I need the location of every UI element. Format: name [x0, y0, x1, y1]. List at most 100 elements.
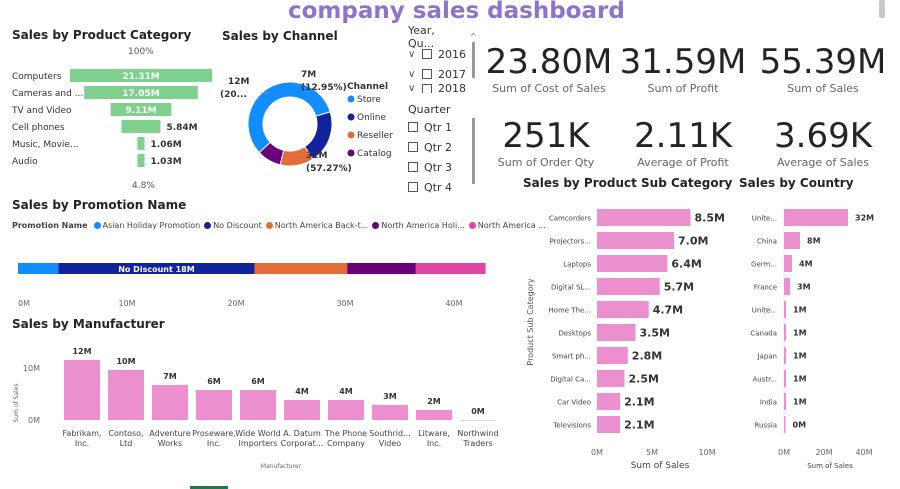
bar-value-label: 1M	[793, 398, 807, 407]
country-bar	[784, 416, 786, 433]
x-tick-label: Importers	[239, 439, 278, 448]
checkbox[interactable]	[408, 122, 418, 132]
bar-value-label: 10M	[116, 357, 135, 366]
x-tick-label: 5M	[646, 448, 658, 457]
bar-value-label: 4M	[799, 260, 813, 269]
funnel-top-label: 100%	[128, 47, 154, 57]
bar-value-label: 2.1M	[624, 419, 654, 432]
kpi-value: 251K	[502, 116, 590, 156]
category-label: Unite...	[752, 215, 777, 223]
checkbox[interactable]	[422, 49, 432, 59]
category-label: Digital SL...	[551, 284, 591, 292]
funnel-value-label: 21.31M	[122, 72, 159, 82]
x-tick-label: Corporat...	[281, 439, 324, 448]
promotion-legend-item: No Discount	[213, 221, 262, 230]
quarter-slicer-header: Quarter	[408, 102, 451, 116]
bar-value-label: 8.5M	[695, 212, 725, 225]
legend-marker	[265, 222, 273, 229]
product-category-funnel: Computers 21.31M Cameras and ... 17.05M TV a…	[11, 69, 212, 167]
funnel-value-label: 5.84M	[166, 123, 197, 133]
category-label: Music, Movie...	[12, 140, 79, 150]
category-label: Televisions	[552, 422, 591, 430]
bar-value-label: 6.4M	[671, 258, 701, 271]
quarter-item[interactable]: Qtr 2	[408, 137, 478, 157]
year-item-2017[interactable]: ∨ 2017	[408, 64, 478, 84]
country-bar	[784, 393, 786, 410]
quarter-slicer-scrollbar[interactable]	[472, 118, 475, 184]
bar-value-label: 6M	[207, 377, 221, 386]
bar-value-label: 1M	[793, 306, 807, 315]
kpi-label: Sum of Order Qty	[497, 156, 595, 169]
manufacturer-bar-chart: Sum of Sales10M0M12MFabrikam,Inc.10MCont…	[13, 347, 499, 470]
category-label: Canada	[750, 330, 777, 338]
manufacturer-bar	[460, 420, 496, 421]
subcategory-bar-chart: Product Sub Category Camcorders 8.5M Projec…	[526, 209, 725, 471]
donut-label-value: 7M	[301, 70, 316, 80]
subcategory-bar	[597, 416, 621, 433]
promotion-legend-title: Promotion Name	[12, 221, 88, 230]
x-tick-label: Company	[327, 439, 365, 448]
legend-marker	[468, 222, 476, 229]
kpi-card: 2.11K Average of Profit	[618, 116, 748, 169]
kpi-value: 55.39M	[759, 42, 887, 82]
bar-value-label: 1M	[793, 352, 807, 361]
manufacturer-bar	[328, 400, 364, 420]
x-tick-label: Video	[379, 439, 402, 448]
x-tick-label: 40M	[445, 299, 462, 308]
channel-donut-chart: 12M (20... 7M (12.95%) 32M (57.27%) Channel Sto…	[220, 70, 393, 174]
x-tick-label: Inc.	[427, 439, 441, 448]
x-tick-label: Ltd	[120, 439, 133, 448]
channel-legend-title: Channel	[347, 82, 388, 92]
category-label: France	[754, 284, 777, 292]
category-label: Germ...	[751, 261, 777, 269]
checkbox[interactable]	[422, 69, 432, 79]
x-tick-label: Proseware,	[192, 429, 236, 438]
x-tick-label: Traders	[462, 439, 492, 448]
bar-value-label: 2.8M	[632, 350, 662, 363]
chevron-down-icon[interactable]: ∨	[408, 84, 422, 93]
chevron-down-icon[interactable]: ∨	[408, 49, 422, 60]
quarter-item[interactable]: Qtr 1	[408, 117, 478, 137]
subcategory-bar	[597, 255, 668, 272]
country-bar	[784, 370, 786, 387]
x-tick-label: Fabrikam,	[62, 429, 101, 438]
chevron-down-icon[interactable]: ∨	[408, 69, 422, 80]
x-axis-title: Sum of Sales	[631, 461, 690, 471]
year-slicer: Year, Qu... ⌃ ∨ 2016 ∨ 2017 ∨ 2018	[408, 24, 478, 93]
checkbox[interactable]	[408, 142, 418, 152]
quarter-item[interactable]: Qtr 3	[408, 157, 478, 177]
product-category-title: Sales by Product Category	[12, 28, 192, 42]
category-label: Digital Ca...	[550, 376, 591, 384]
scrollbar[interactable]	[879, 0, 885, 18]
year-slicer-scrollbar[interactable]	[472, 42, 475, 78]
bar-value-label: 8M	[807, 237, 821, 246]
checkbox[interactable]	[408, 182, 418, 192]
bar-value-label: 6M	[251, 377, 265, 386]
manufacturer-bar	[416, 410, 452, 420]
x-tick-label: Inc.	[75, 439, 89, 448]
funnel-bar	[137, 137, 145, 150]
checkbox[interactable]	[422, 84, 432, 93]
quarter-item[interactable]: Qtr 4	[408, 177, 478, 197]
checkbox[interactable]	[408, 162, 418, 172]
promotion-segment	[254, 263, 348, 274]
category-label: Smart ph...	[552, 353, 591, 361]
subcategory-bar	[597, 209, 691, 226]
promotion-legend-item: Asian Holiday Promotion	[102, 221, 201, 230]
country-bar	[784, 209, 848, 226]
category-label: Camcorders	[549, 215, 592, 223]
subcategory-bar	[597, 301, 649, 318]
kpi-label: Average of Profit	[637, 156, 729, 169]
channel-legend-item: Reseller	[357, 131, 393, 141]
country-bar	[784, 347, 786, 364]
x-tick-label: 30M	[336, 299, 353, 308]
x-tick-label: Wide World	[235, 429, 280, 438]
subcategory-bar	[597, 370, 625, 387]
bar-value-label: 3.5M	[640, 327, 670, 340]
funnel-value-label: 1.03M	[151, 157, 182, 167]
year-item-2018[interactable]: ∨ 2018	[408, 84, 478, 93]
x-tick-label: 10M	[698, 448, 715, 457]
kpi-value: 31.59M	[619, 42, 747, 82]
x-tick-label: 20M	[815, 448, 832, 457]
x-tick-label: 40M	[855, 448, 872, 457]
